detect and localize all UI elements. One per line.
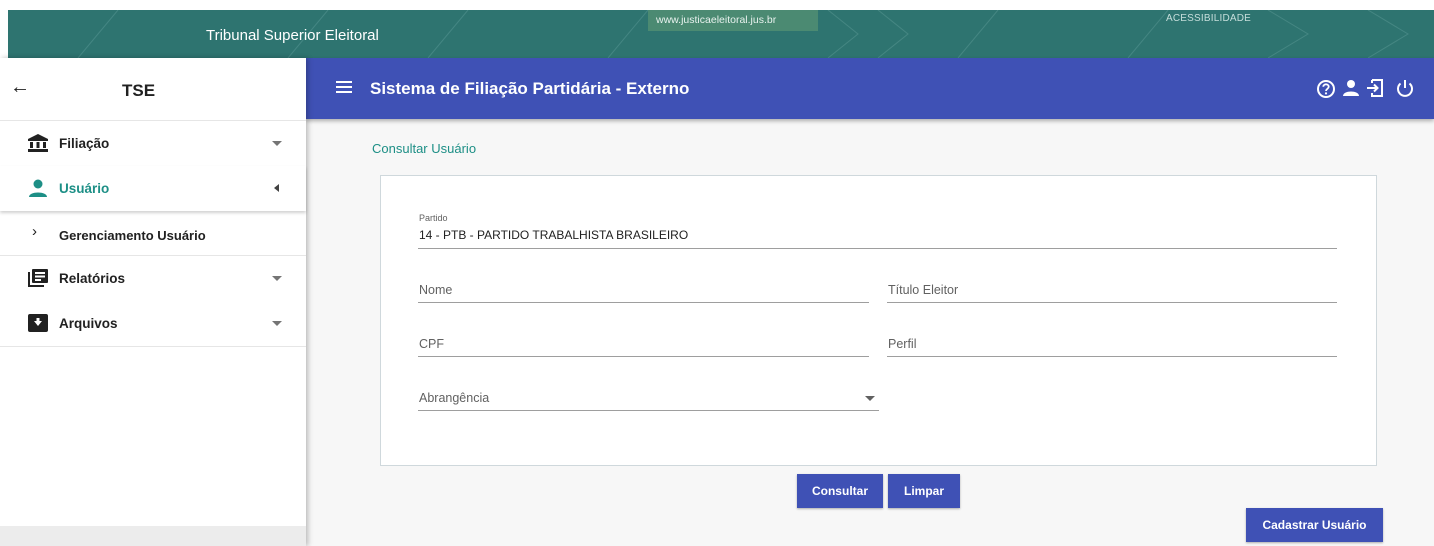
arrow-left-icon[interactable]: ← — [10, 77, 30, 97]
help-icon[interactable] — [1315, 77, 1337, 99]
report-icon — [28, 269, 48, 287]
cadastrar-usuario-button[interactable]: Cadastrar Usuário — [1246, 508, 1383, 542]
partido-value: 14 - PTB - PARTIDO TRABALHISTA BRASILEIR… — [419, 228, 689, 242]
banner-url-link[interactable]: www.justicaeleitoral.jus.br — [648, 10, 818, 31]
caret-left-icon — [274, 184, 279, 192]
sidebar-item-filiacao[interactable]: Filiação — [0, 121, 306, 166]
sidebar-item-label: Usuário — [59, 181, 110, 196]
limpar-button[interactable]: Limpar — [888, 474, 960, 508]
cpf-placeholder: CPF — [419, 337, 444, 351]
sidebar-item-usuario[interactable]: Usuário — [0, 166, 306, 211]
titulo-eleitor-placeholder: Título Eleitor — [888, 283, 959, 297]
caret-down-icon — [272, 321, 282, 326]
banner-title: Tribunal Superior Eleitoral — [206, 27, 379, 44]
sidebar-brand: TSE — [122, 81, 156, 100]
sidebar-subitem-label: Gerenciamento Usuário — [59, 228, 206, 243]
chevron-right-icon: › — [32, 223, 37, 240]
consultar-button[interactable]: Consultar — [797, 474, 883, 508]
breadcrumb[interactable]: Consultar Usuário — [372, 141, 476, 156]
sidebar-item-label: Filiação — [59, 136, 110, 151]
sidebar-item-arquivos[interactable]: Arquivos — [0, 301, 306, 346]
partido-field[interactable]: Partido 14 - PTB - PARTIDO TRABALHISTA B… — [418, 213, 1337, 249]
logout-icon[interactable] — [1364, 77, 1386, 99]
caret-down-icon — [272, 276, 282, 281]
sidebar-footer — [0, 526, 306, 546]
bank-icon — [28, 134, 48, 152]
sidebar-item-label: Arquivos — [59, 316, 118, 331]
archive-icon — [28, 314, 48, 332]
abrangencia-select[interactable]: Abrangência — [418, 387, 879, 411]
sidebar-item-label: Relatórios — [59, 271, 126, 286]
sidebar-subitem-gerenciamento-usuario[interactable]: › Gerenciamento Usuário — [0, 211, 306, 256]
caret-down-icon — [865, 396, 875, 401]
user-icon[interactable] — [1340, 77, 1362, 99]
top-banner: Tribunal Superior Eleitoral www.justicae… — [8, 10, 1434, 58]
nome-placeholder: Nome — [419, 283, 453, 297]
perfil-field[interactable]: Perfil — [887, 334, 1337, 357]
abrangencia-placeholder: Abrangência — [419, 391, 490, 405]
caret-down-icon — [272, 141, 282, 146]
accessibility-link[interactable]: ACESSIBILIDADE — [1166, 13, 1251, 24]
person-icon — [29, 179, 47, 197]
perfil-placeholder: Perfil — [888, 337, 917, 351]
hamburger-menu-icon[interactable] — [336, 80, 352, 94]
main-content: Consultar Usuário Partido 14 - PTB - PAR… — [306, 119, 1434, 546]
page-title: Sistema de Filiação Partidária - Externo — [370, 79, 690, 98]
sidebar: ← TSE Filiação Usuário › Gerenciamento U… — [0, 58, 306, 546]
sidebar-divider — [0, 346, 306, 347]
sidebar-item-relatorios[interactable]: Relatórios — [0, 256, 306, 301]
cpf-field[interactable]: CPF — [418, 334, 869, 357]
app-header: Sistema de Filiação Partidária - Externo — [306, 58, 1434, 119]
partido-label: Partido — [419, 213, 448, 223]
nome-field[interactable]: Nome — [418, 280, 869, 303]
sidebar-header: ← TSE — [0, 58, 306, 121]
power-icon[interactable] — [1394, 77, 1416, 99]
search-form-card: Partido 14 - PTB - PARTIDO TRABALHISTA B… — [380, 175, 1377, 466]
titulo-eleitor-field[interactable]: Título Eleitor — [887, 280, 1337, 303]
